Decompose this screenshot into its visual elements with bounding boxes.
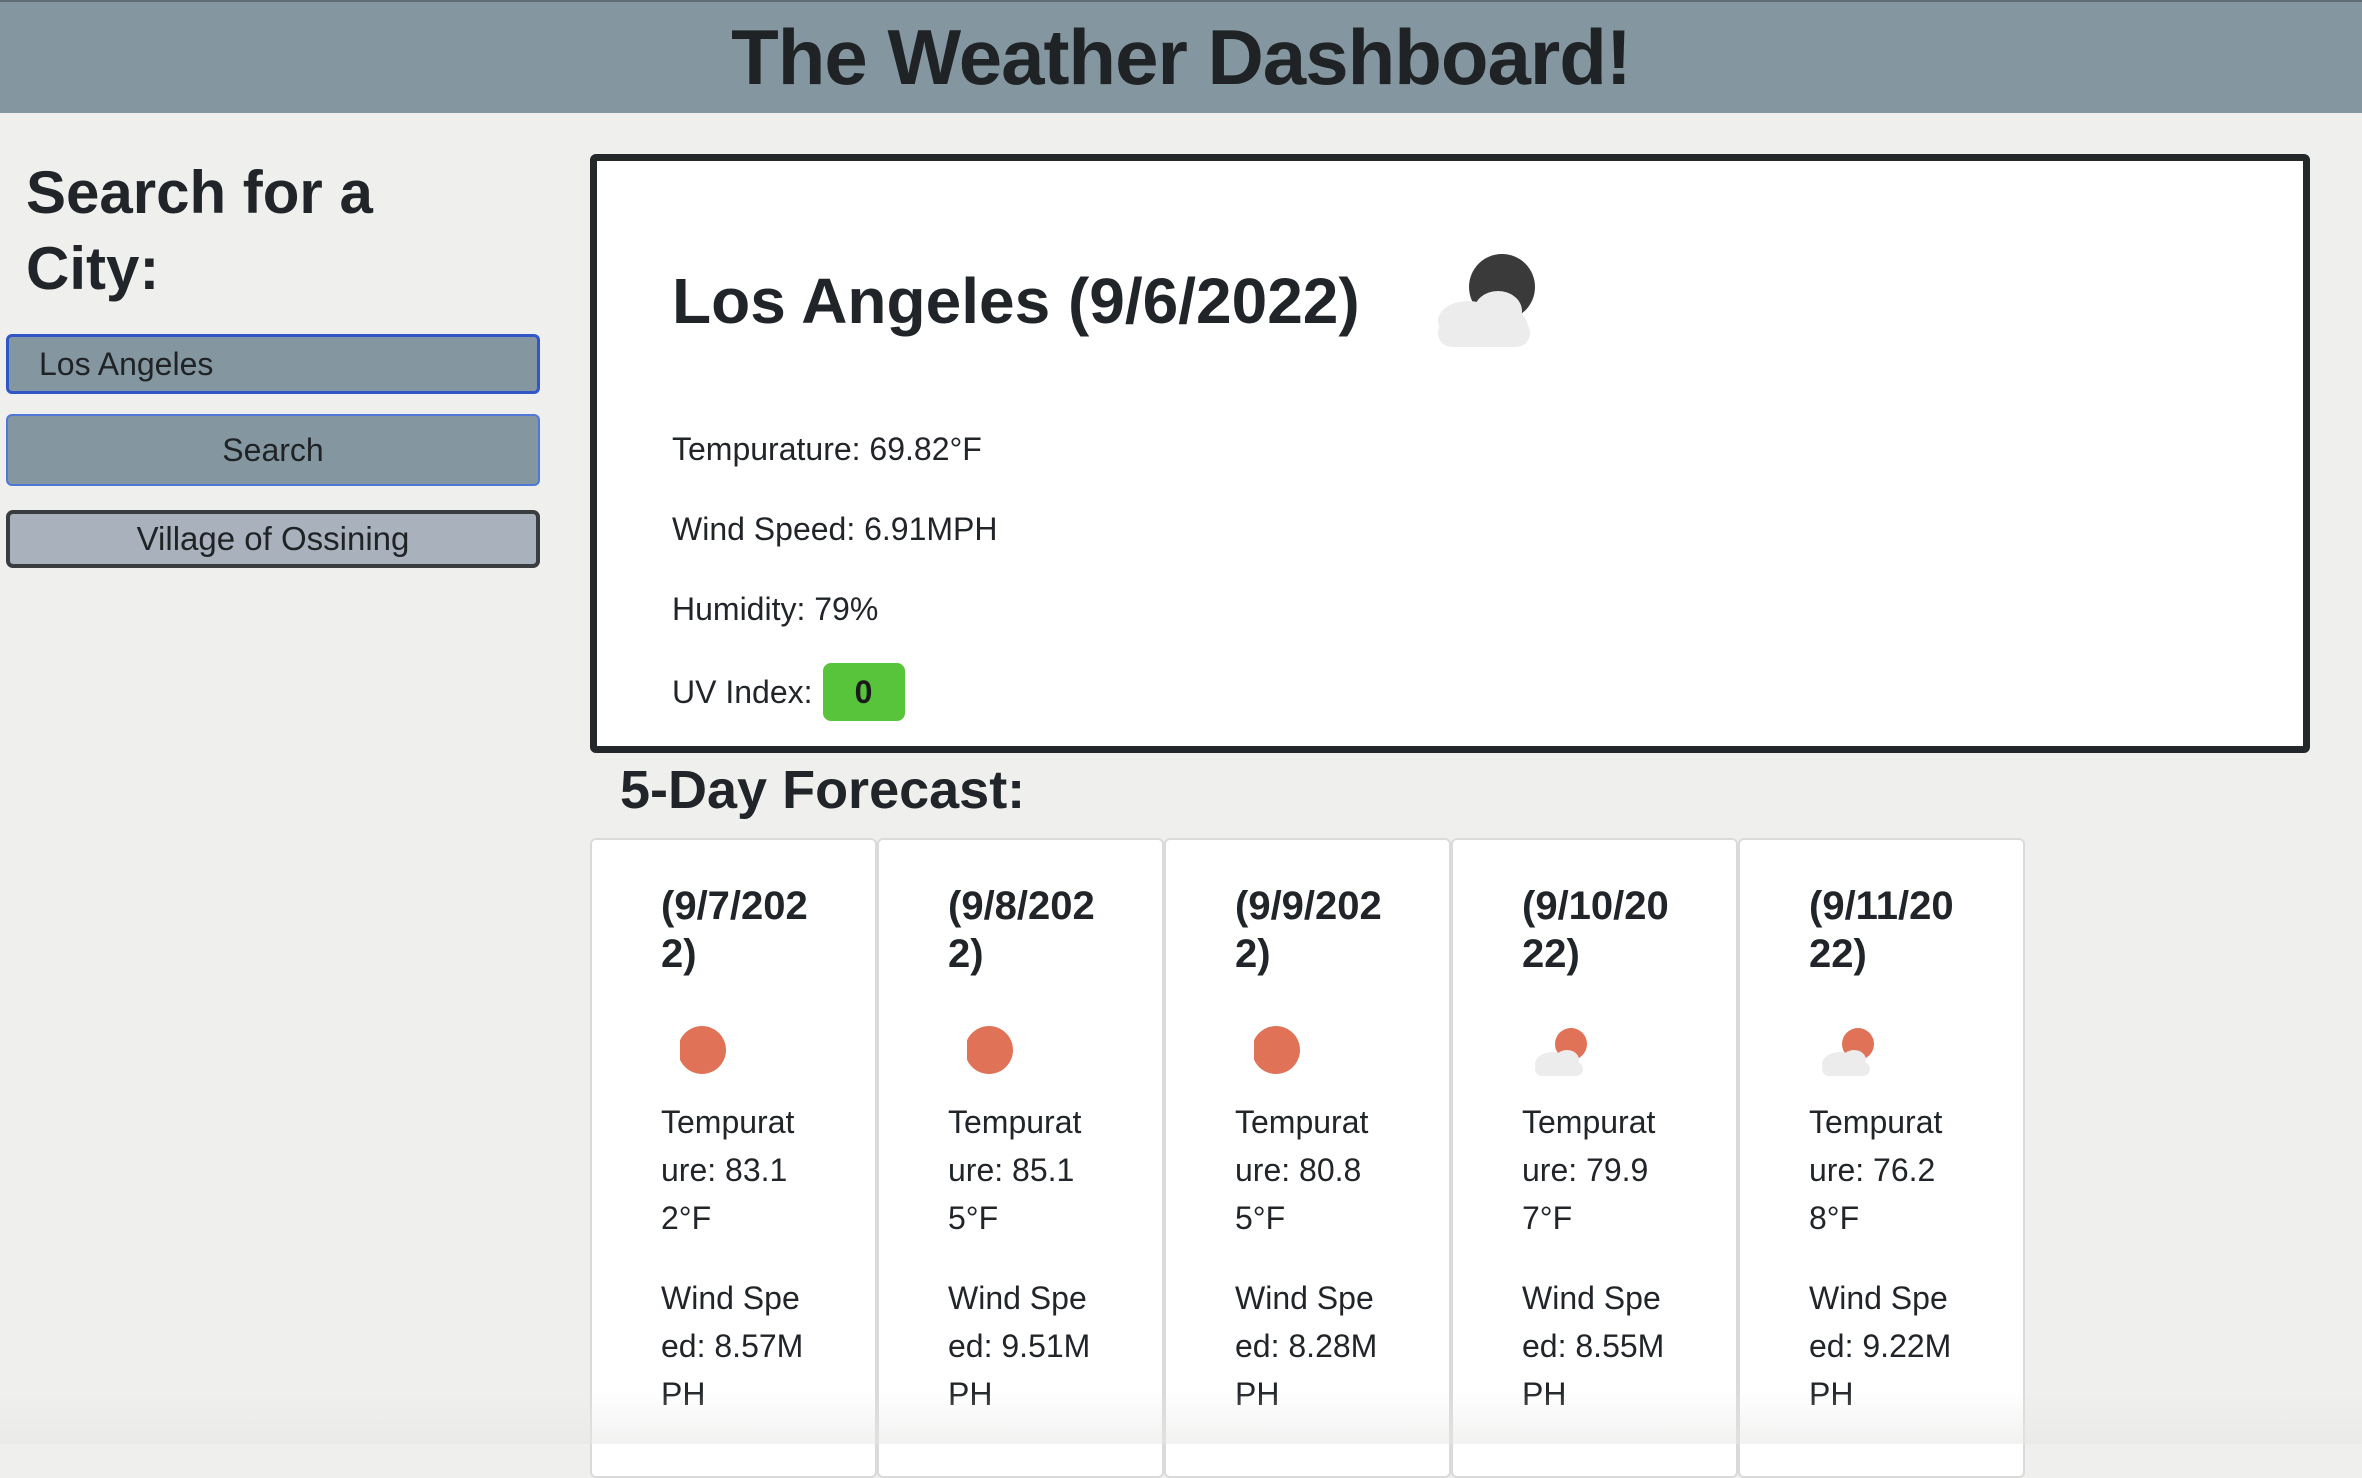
cloud-sun-icon: [1535, 1028, 1587, 1076]
forecast-card: (9/11/2022) Tempurature: 76.28°F Wind Sp…: [1738, 838, 2025, 1478]
forecast-wind-speed: Wind Speed: 8.28MPH: [1235, 1280, 1378, 1412]
sun-icon: [680, 1026, 726, 1074]
forecast-wind-speed: Wind Speed: 9.22MPH: [1809, 1280, 1952, 1412]
forecast-date: (9/7/2022): [661, 884, 808, 976]
uv-index-badge: 0: [822, 663, 905, 721]
forecast-temperature: Tempurature: 76.28°F: [1809, 1104, 1943, 1236]
search-button[interactable]: Search: [6, 414, 540, 486]
forecast-date: (9/9/2022): [1235, 884, 1382, 976]
cloud-sun-icon: [1822, 1028, 1874, 1076]
current-temperature: Tempurature: 69.82°F: [672, 431, 982, 467]
forecast-heading: 5-Day Forecast:: [620, 760, 1026, 820]
current-humidity: Humidity: 79%: [672, 591, 879, 627]
current-weather-card: Los Angeles (9/6/2022) Tempurature: 69.8…: [590, 154, 2310, 753]
sun-icon: [1254, 1026, 1300, 1074]
city-search-input[interactable]: [6, 334, 540, 394]
forecast-temperature: Tempurature: 85.15°F: [948, 1104, 1082, 1236]
forecast-temperature: Tempurature: 80.85°F: [1235, 1104, 1369, 1236]
current-title-row: Los Angeles (9/6/2022): [672, 251, 1550, 351]
page-header: The Weather Dashboard!: [0, 0, 2362, 113]
forecast-card: (9/7/2022) Tempurature: 83.12°F Wind Spe…: [590, 838, 877, 1478]
forecast-wind-speed: Wind Speed: 9.51MPH: [948, 1280, 1091, 1412]
sun-icon: [967, 1026, 1013, 1074]
history-item-village-of-ossining[interactable]: Village of Ossining: [6, 510, 540, 568]
forecast-wind-speed: Wind Speed: 8.57MPH: [661, 1280, 804, 1412]
search-heading: Search for a City:: [26, 159, 373, 302]
forecast-wind-speed: Wind Speed: 8.55MPH: [1522, 1280, 1665, 1412]
forecast-temperature: Tempurature: 79.97°F: [1522, 1104, 1656, 1236]
cloud-moon-icon: [1437, 254, 1535, 347]
forecast-temperature: Tempurature: 83.12°F: [661, 1104, 795, 1236]
current-city-date: Los Angeles (9/6/2022): [672, 265, 1360, 337]
forecast-date: (9/10/2022): [1522, 884, 1669, 976]
current-wind-speed: Wind Speed: 6.91MPH: [672, 511, 998, 547]
uv-index-label: UV Index:: [672, 673, 813, 710]
forecast-list: (9/7/2022) Tempurature: 83.12°F Wind Spe…: [590, 838, 2025, 1478]
forecast-card: (9/9/2022) Tempurature: 80.85°F Wind Spe…: [1164, 838, 1451, 1478]
forecast-card: (9/8/2022) Tempurature: 85.15°F Wind Spe…: [877, 838, 1164, 1478]
uv-index-row: UV Index: 0: [672, 663, 905, 721]
forecast-date: (9/8/2022): [948, 884, 1095, 976]
forecast-date: (9/11/2022): [1809, 884, 1954, 976]
forecast-card: (9/10/2022) Tempurature: 79.97°F Wind Sp…: [1451, 838, 1738, 1478]
page-title: The Weather Dashboard!: [731, 13, 1632, 101]
